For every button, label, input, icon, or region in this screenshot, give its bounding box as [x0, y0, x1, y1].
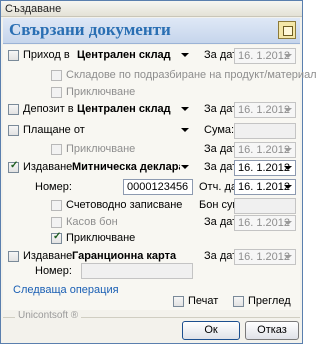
dialog-header: Свързани документи — [3, 18, 300, 44]
print-checkbox[interactable] — [173, 296, 184, 307]
issue-report-date-field[interactable]: 16. 1.2012 — [234, 179, 296, 195]
payment-checkbox[interactable] — [8, 125, 19, 136]
preview-label: Преглед — [248, 295, 291, 307]
issue-number-value: 0000123456 — [127, 181, 189, 193]
payment-source-select[interactable] — [74, 123, 192, 139]
receipt-close-label: Приключване — [66, 86, 136, 98]
chevron-down-icon — [281, 216, 295, 230]
issue-date2-field[interactable]: 16. 1.2012 — [234, 215, 296, 231]
warranty-number-field[interactable] — [81, 263, 193, 279]
warranty-document: Гаранционна карта — [72, 250, 177, 262]
issue-date-field[interactable]: 16. 1.2012 — [234, 160, 296, 176]
receipt-label: Приход в — [23, 49, 70, 61]
warranty-number-label: Номер: — [35, 265, 72, 277]
payment-date-field[interactable]: 16. 1.2012 — [234, 142, 296, 158]
deposit-checkbox[interactable] — [8, 104, 19, 115]
receipt-warehouse-value: Централен склад — [77, 49, 171, 61]
ok-button[interactable]: Ок — [182, 321, 240, 340]
header-title: Свързани документи — [9, 20, 171, 39]
chevron-down-icon — [178, 102, 192, 116]
brand-label: Unicontsoft ® — [15, 310, 82, 321]
window-title: Създаване — [5, 3, 62, 15]
chevron-down-icon — [281, 180, 295, 194]
deposit-warehouse-value: Централен склад — [77, 103, 171, 115]
warranty-date-field[interactable]: 16. 1.2012 — [234, 249, 296, 265]
receipt-default-warehouse-checkbox[interactable] — [51, 70, 62, 81]
issue-close-label: Приключване — [66, 232, 136, 244]
chevron-down-icon — [281, 103, 295, 117]
cancel-button[interactable]: Отказ — [245, 321, 299, 340]
issue-cash-receipt-checkbox[interactable] — [51, 217, 62, 228]
chevron-down-icon — [281, 250, 295, 264]
deposit-warehouse-select[interactable]: Централен склад — [74, 102, 192, 118]
chevron-down-icon — [281, 161, 295, 175]
payment-amount-field[interactable] — [234, 123, 296, 139]
chevron-down-icon — [178, 160, 192, 174]
chevron-down-icon — [178, 48, 192, 62]
documents-icon — [278, 21, 296, 39]
issue-document-select[interactable]: Митническа декларация за в — [69, 160, 192, 176]
receipt-default-warehouse-label: Складове по подразбиране на продукт/мате… — [66, 69, 317, 81]
preview-checkbox[interactable] — [233, 296, 244, 307]
issue-label: Издаване — [23, 161, 73, 173]
print-label: Печат — [188, 295, 219, 307]
receipt-checkbox[interactable] — [8, 50, 19, 61]
issue-close-checkbox[interactable] — [51, 231, 62, 244]
deposit-date-field[interactable]: 16. 1.2012 — [234, 102, 296, 118]
receipt-date-field[interactable]: 16. 1.2012 — [234, 48, 296, 64]
issue-accounting-checkbox[interactable] — [51, 200, 62, 211]
chevron-down-icon — [281, 49, 295, 63]
payment-close-label: Приключване — [66, 143, 136, 155]
warranty-label: Издаване — [23, 250, 73, 262]
issue-checkbox[interactable] — [8, 160, 19, 173]
dialog-body: Приход в Централен склад За дата: 16. 1.… — [3, 45, 317, 310]
dialog-window: Създаване Свързани документи Приход в Це… — [0, 0, 317, 344]
issue-cash-receipt-label: Касов бон — [66, 216, 118, 228]
payment-amount-label: Сума: — [204, 124, 235, 136]
warranty-checkbox[interactable] — [8, 251, 19, 262]
issue-number-label: Номер: — [35, 181, 72, 193]
issue-receipt-sum-field[interactable] — [234, 198, 296, 214]
chevron-down-icon — [281, 143, 295, 157]
receipt-warehouse-select[interactable]: Централен склад — [74, 48, 192, 64]
receipt-close-checkbox[interactable] — [51, 87, 62, 98]
issue-accounting-label: Счетоводно записване — [66, 199, 183, 211]
issue-document-value: Митническа декларация за в — [72, 161, 180, 173]
deposit-label: Депозит в — [23, 103, 74, 115]
chevron-down-icon — [178, 123, 192, 137]
next-operation-link[interactable]: Следваща операция — [13, 284, 119, 296]
payment-close-checkbox[interactable] — [51, 144, 62, 155]
issue-number-field[interactable]: 0000123456 — [123, 179, 193, 195]
titlebar: Създаване — [1, 1, 302, 17]
